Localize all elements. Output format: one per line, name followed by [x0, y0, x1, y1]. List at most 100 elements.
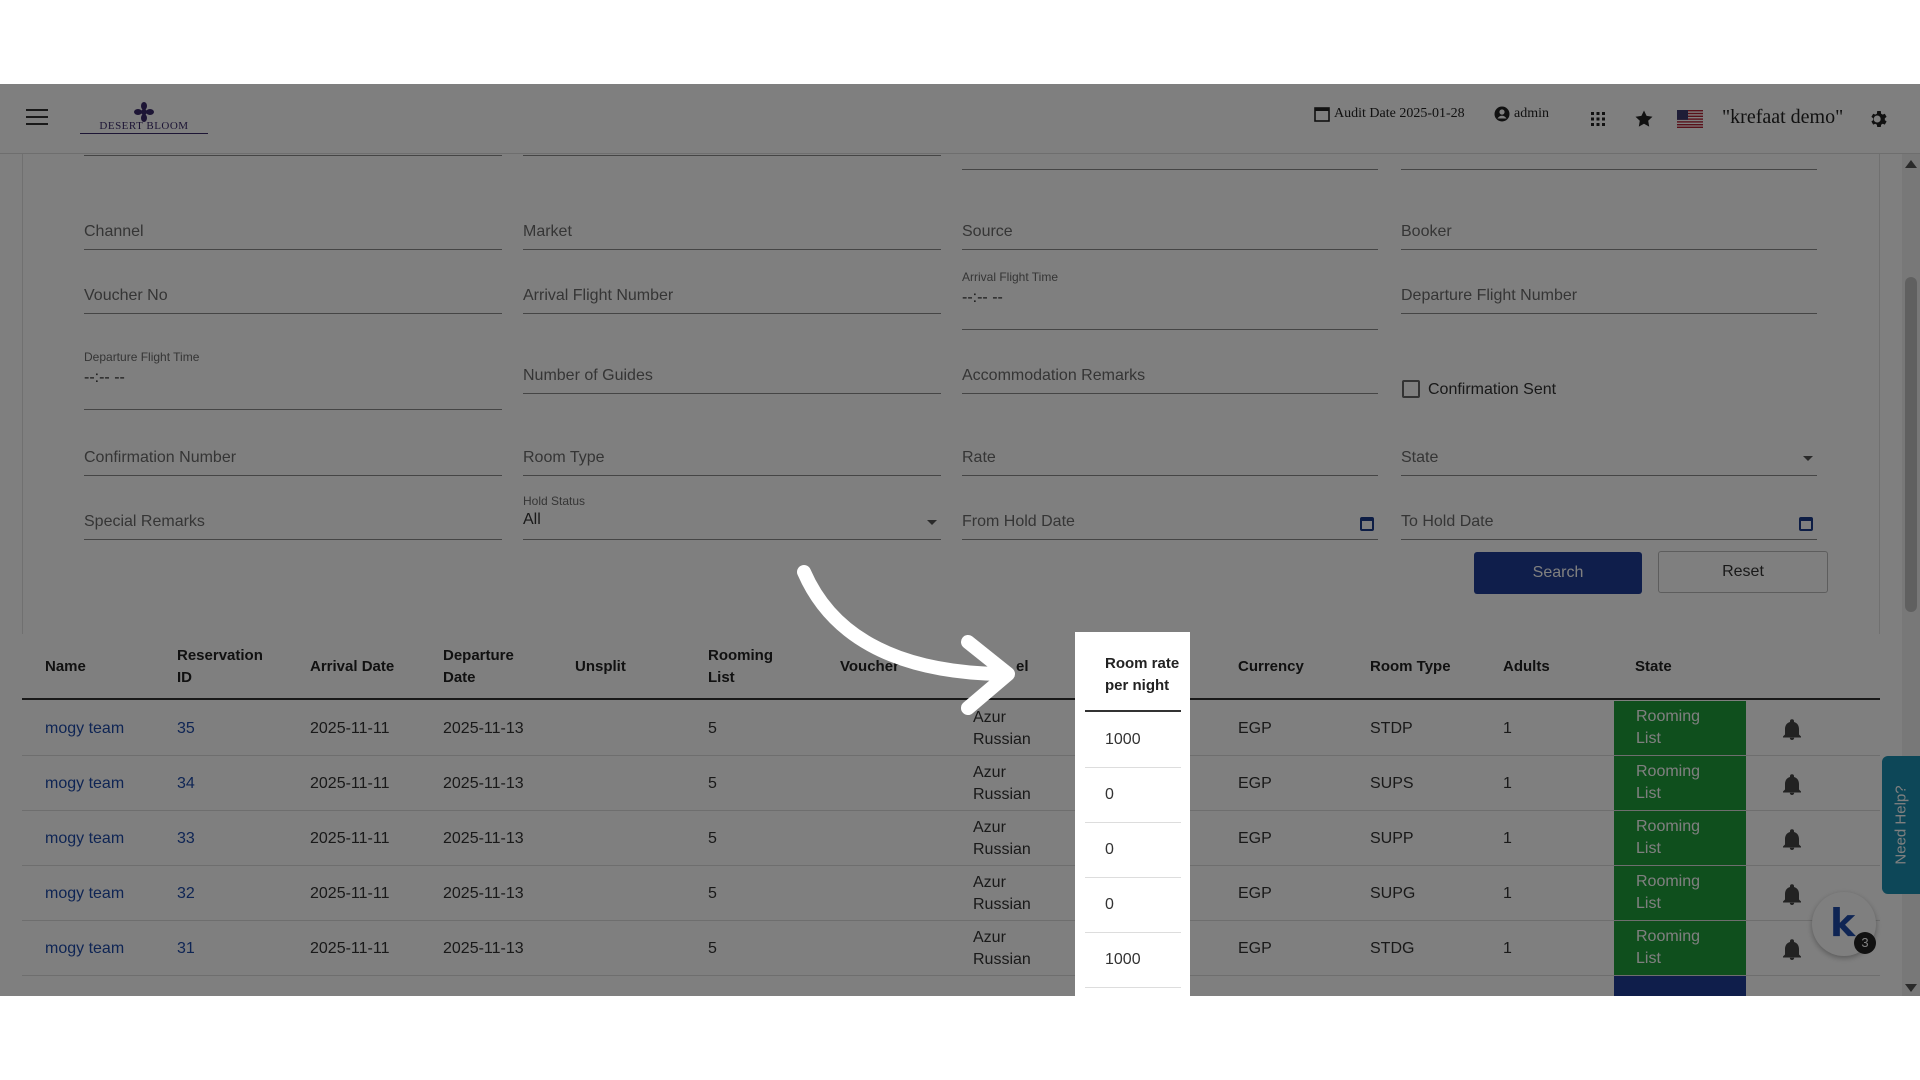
confirmation-sent-label: Confirmation Sent [1428, 381, 1557, 398]
status-badge[interactable]: Rooming List [1614, 866, 1746, 920]
calendar-icon[interactable] [1360, 517, 1374, 531]
currency: EGP [1238, 939, 1272, 957]
next-row-state-partial [1614, 976, 1746, 996]
table-row[interactable]: mogy team 32 2025-11-11 2025-11-13 5 Azu… [22, 866, 1880, 921]
scroll-down-arrow-icon[interactable] [1905, 984, 1917, 992]
status-badge[interactable]: Rooming List [1614, 811, 1746, 865]
arrival-flight-time-field[interactable]: Arrival Flight Time --:-- -- [962, 270, 1378, 330]
scroll-up-arrow-icon[interactable] [1905, 160, 1917, 168]
status-badge[interactable]: Rooming List [1614, 921, 1746, 975]
rate-field[interactable]: Rate [962, 436, 1378, 476]
audit-date[interactable]: Audit Date 2025-01-28 [1314, 106, 1465, 122]
bell-icon[interactable] [1782, 884, 1802, 906]
user-circle-icon [1494, 106, 1510, 122]
col-rooming-list[interactable]: Rooming List [708, 634, 773, 700]
col-name[interactable]: Name [45, 634, 86, 700]
field-partial-1[interactable] [84, 116, 502, 156]
source-field[interactable]: Source [962, 210, 1378, 250]
bell-icon[interactable] [1782, 774, 1802, 796]
reservation-id-link[interactable]: 32 [177, 866, 195, 921]
arrival-date: 2025-11-11 [310, 719, 390, 737]
special-remarks-field[interactable]: Special Remarks [84, 500, 502, 540]
hotel-name: Azur Russian [973, 928, 1031, 968]
channel-field[interactable]: Channel [84, 210, 502, 250]
confirmation-number-field[interactable]: Confirmation Number [84, 436, 502, 476]
col-state[interactable]: State [1635, 634, 1672, 700]
rooming-list: 5 [708, 829, 717, 847]
guest-name-link[interactable]: mogy team [45, 701, 124, 756]
room-type: SUPG [1370, 884, 1416, 902]
reservation-id-link[interactable]: 31 [177, 921, 195, 976]
departure-date: 2025-11-13 [443, 939, 524, 957]
pointer-arrow-icon [797, 565, 1015, 715]
room-type-field[interactable]: Room Type [523, 436, 941, 476]
currency: EGP [1238, 829, 1272, 847]
state-select[interactable]: State [1401, 436, 1817, 476]
scrollbar-thumb[interactable] [1905, 277, 1917, 612]
col-room-type[interactable]: Room Type [1370, 634, 1451, 700]
confirmation-sent-checkbox[interactable] [1402, 380, 1420, 398]
reset-button[interactable]: Reset [1658, 551, 1828, 593]
arrival-date: 2025-11-11 [310, 774, 390, 792]
need-help-tab[interactable]: Need Help? [1882, 756, 1920, 894]
room-rate-cell: 0 [1085, 768, 1181, 823]
bell-icon[interactable] [1782, 829, 1802, 851]
col-adults[interactable]: Adults [1503, 634, 1550, 700]
col-room-rate[interactable]: Room rate per night [1085, 644, 1181, 712]
field-partial-4[interactable] [1401, 130, 1817, 170]
room-rate-cell: 1000 [1085, 933, 1181, 988]
status-badge[interactable]: Rooming List [1614, 701, 1746, 755]
departure-flight-number-field[interactable]: Departure Flight Number [1401, 274, 1817, 314]
bell-icon[interactable] [1782, 719, 1802, 741]
guest-name-link[interactable]: mogy team [45, 756, 124, 811]
col-reservation-id[interactable]: Reservation ID [177, 634, 263, 700]
from-hold-date-field[interactable]: From Hold Date [962, 500, 1378, 540]
hold-status-select[interactable]: Hold Status All [523, 494, 941, 540]
field-partial-2[interactable] [523, 116, 941, 156]
search-button[interactable]: Search [1474, 552, 1642, 594]
highlighted-room-rate-column: Room rate per night 1000 0 0 0 1000 [1075, 632, 1190, 996]
company-name: "krefaat demo" [1722, 106, 1844, 128]
table-row[interactable]: mogy team 34 2025-11-11 2025-11-13 5 Azu… [22, 756, 1880, 811]
number-of-guides-field[interactable]: Number of Guides [523, 354, 941, 394]
departure-date: 2025-11-13 [443, 829, 524, 847]
field-partial-3[interactable] [962, 130, 1378, 170]
to-hold-date-field[interactable]: To Hold Date [1401, 500, 1817, 540]
departure-date: 2025-11-13 [443, 884, 524, 902]
market-field[interactable]: Market [523, 210, 941, 250]
departure-date: 2025-11-13 [443, 774, 524, 792]
adults: 1 [1503, 884, 1512, 902]
col-unsplit[interactable]: Unsplit [575, 634, 626, 700]
guest-name-link[interactable]: mogy team [45, 921, 124, 976]
voucher-no-field[interactable]: Voucher No [84, 274, 502, 314]
apps-grid-icon[interactable] [1587, 108, 1609, 130]
col-departure-date[interactable]: Departure Date [443, 634, 514, 700]
room-type: STDG [1370, 939, 1415, 957]
departure-flight-time-field[interactable]: Departure Flight Time --:-- -- [84, 350, 502, 410]
col-arrival-date[interactable]: Arrival Date [310, 634, 394, 700]
reservation-id-link[interactable]: 35 [177, 701, 195, 756]
rooming-list: 5 [708, 774, 717, 792]
calendar-icon[interactable] [1799, 517, 1813, 531]
reservation-id-link[interactable]: 33 [177, 811, 195, 866]
user-menu[interactable]: admin [1494, 106, 1549, 122]
col-currency[interactable]: Currency [1238, 634, 1304, 700]
us-flag-icon[interactable] [1676, 108, 1704, 130]
bell-icon[interactable] [1782, 939, 1802, 961]
table-row[interactable]: mogy team 33 2025-11-11 2025-11-13 5 Azu… [22, 811, 1880, 866]
arrival-flight-number-field[interactable]: Arrival Flight Number [523, 274, 941, 314]
menu-icon[interactable] [26, 109, 48, 127]
guest-name-link[interactable]: mogy team [45, 866, 124, 921]
rooming-list: 5 [708, 939, 717, 957]
table-row[interactable]: mogy team 31 2025-11-11 2025-11-13 5 Azu… [22, 921, 1880, 976]
guest-name-link[interactable]: mogy team [45, 811, 124, 866]
settings-gear-icon[interactable] [1868, 108, 1890, 130]
favorites-star-icon[interactable] [1633, 108, 1655, 130]
reservation-id-link[interactable]: 34 [177, 756, 195, 811]
notification-count-badge: 3 [1854, 932, 1876, 954]
accommodation-remarks-field[interactable]: Accommodation Remarks [962, 354, 1378, 394]
status-badge[interactable]: Rooming List [1614, 756, 1746, 810]
booker-field[interactable]: Booker [1401, 210, 1817, 250]
hotel-name: Azur Russian [973, 763, 1031, 803]
chat-widget-button[interactable]: k 3 [1812, 892, 1876, 956]
